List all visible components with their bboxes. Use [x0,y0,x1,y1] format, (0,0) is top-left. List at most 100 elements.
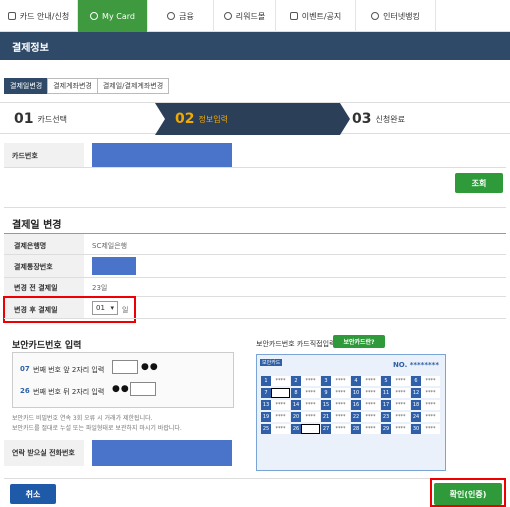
tab-label: 리워드몰 [235,11,266,21]
cell-index: 4 [351,375,361,386]
cell-index: 5 [381,375,391,386]
cell-index: 30 [411,423,421,434]
phone-field[interactable] [92,440,232,466]
cell-mask: **** [361,399,380,410]
cell-index: 1 [261,375,271,386]
step-number: 03 [352,111,372,127]
cell-index: 22 [351,411,361,422]
cell-index: 21 [321,411,331,422]
subtab-payment-date[interactable]: 결제일변경 [4,78,49,94]
tab-my-card[interactable]: My Card [78,0,148,32]
cell-mask: **** [271,423,290,434]
security-card-help-button[interactable]: 보안카드란? [333,335,385,348]
cell-mask: **** [271,411,290,422]
step-label: 정보입력 [198,114,228,124]
security-card-cell: 15 **** [321,399,351,410]
card-number-field[interactable] [92,143,232,167]
cell-index: 18 [411,399,421,410]
tab-finance[interactable]: 금융 [148,0,214,32]
first-instruction: 번째 번호 앞 2자리 입력 [33,366,105,374]
tab-event[interactable]: 이벤트/공지 [276,0,356,32]
security-card-cell: 28 **** [351,423,381,434]
security-input-first[interactable] [112,360,138,374]
cell-index: 24 [411,411,421,422]
security-card-cell: 22 **** [351,411,381,422]
gift-icon [223,12,232,20]
cell-mask [271,387,290,398]
cell-mask: **** [421,423,440,434]
cell-mask: **** [421,387,440,398]
security-card-cell: 23 **** [381,411,411,422]
cell-mask: **** [421,411,440,422]
cell-mask: **** [301,375,320,386]
account-number-label: 결제통장번호 [14,263,53,271]
cell-mask: **** [421,399,440,410]
second-index: 26 [20,387,30,395]
security-card-cell: 14 **** [291,399,321,410]
step-2: 02 정보입력 [175,103,228,135]
divider [4,318,506,319]
cell-index: 29 [381,423,391,434]
tab-label: 카드 안내/신청 [19,11,70,21]
cell-mask [301,423,320,434]
cell-mask: **** [361,423,380,434]
tab-label: 인터넷뱅킹 [383,11,420,21]
security-input-second[interactable] [130,382,156,396]
cell-index: 15 [321,399,331,410]
phone-label: 연락 받으실 전화번호 [12,449,75,457]
current-date-label: 변경 전 결제일 [14,284,58,292]
section-title-payment-change: 결제일 변경 [12,220,62,231]
tab-label: 금융 [179,11,194,21]
security-card-cell: 10 **** [351,387,381,398]
security-card-cell: 24 **** [411,411,441,422]
highlight-confirm [430,478,506,507]
tab-card-info[interactable]: 카드 안내/신청 [0,0,78,32]
security-card-tag: 보안카드 [260,359,283,366]
user-icon [90,12,99,20]
security-card-cell: 6 **** [411,375,441,386]
security-card-cell: 12 **** [411,387,441,398]
step-indicator: 01 카드선택 02 정보입력 03 신청완료 [0,102,510,135]
search-button[interactable]: 조회 [455,173,503,193]
tab-reward[interactable]: 리워드몰 [214,0,276,32]
security-card-grid: 1 **** 2 **** 3 **** 4 **** 5 **** 6 **** 7 8 **** 9 ***… [261,375,441,434]
masked-digits: ●● [141,362,159,372]
cell-mask: **** [271,375,290,386]
security-card-cell: 8 **** [291,387,321,398]
cell-mask: **** [301,387,320,398]
step-label: 신청완료 [375,114,405,124]
cell-index: 26 [291,423,301,434]
cell-index: 16 [351,399,361,410]
cell-index: 14 [291,399,301,410]
security-card-cell: 17 **** [381,399,411,410]
cell-mask: **** [331,411,350,422]
security-card-cell: 29 **** [381,423,411,434]
cell-index: 20 [291,411,301,422]
divider [4,207,506,208]
subtab-payment-account[interactable]: 결제계좌변경 [47,78,98,94]
cell-mask: **** [331,375,350,386]
cell-mask: **** [331,423,350,434]
coin-icon [167,12,176,20]
cell-index: 25 [261,423,271,434]
cell-index: 12 [411,387,421,398]
tab-internet-banking[interactable]: 인터넷뱅킹 [356,0,436,32]
cancel-button[interactable]: 취소 [10,484,56,504]
cell-index: 13 [261,399,271,410]
tab-label: 이벤트/공지 [301,11,342,21]
cell-index: 2 [291,375,301,386]
cell-mask: **** [361,411,380,422]
security-card-cell: 3 **** [321,375,351,386]
cell-mask: **** [391,411,410,422]
cell-index: 17 [381,399,391,410]
cell-mask: **** [331,387,350,398]
divider [4,254,506,255]
card-icon [7,12,16,20]
second-instruction: 번째 번호 뒤 2자리 입력 [33,388,105,396]
security-card-cell: 21 **** [321,411,351,422]
tab-label: My Card [102,11,135,21]
masked-digits: ●● [112,384,130,394]
cell-mask: **** [361,375,380,386]
security-card-cell: 1 **** [261,375,291,386]
subtab-date-and-account[interactable]: 결제일/결제계좌변경 [96,78,170,94]
